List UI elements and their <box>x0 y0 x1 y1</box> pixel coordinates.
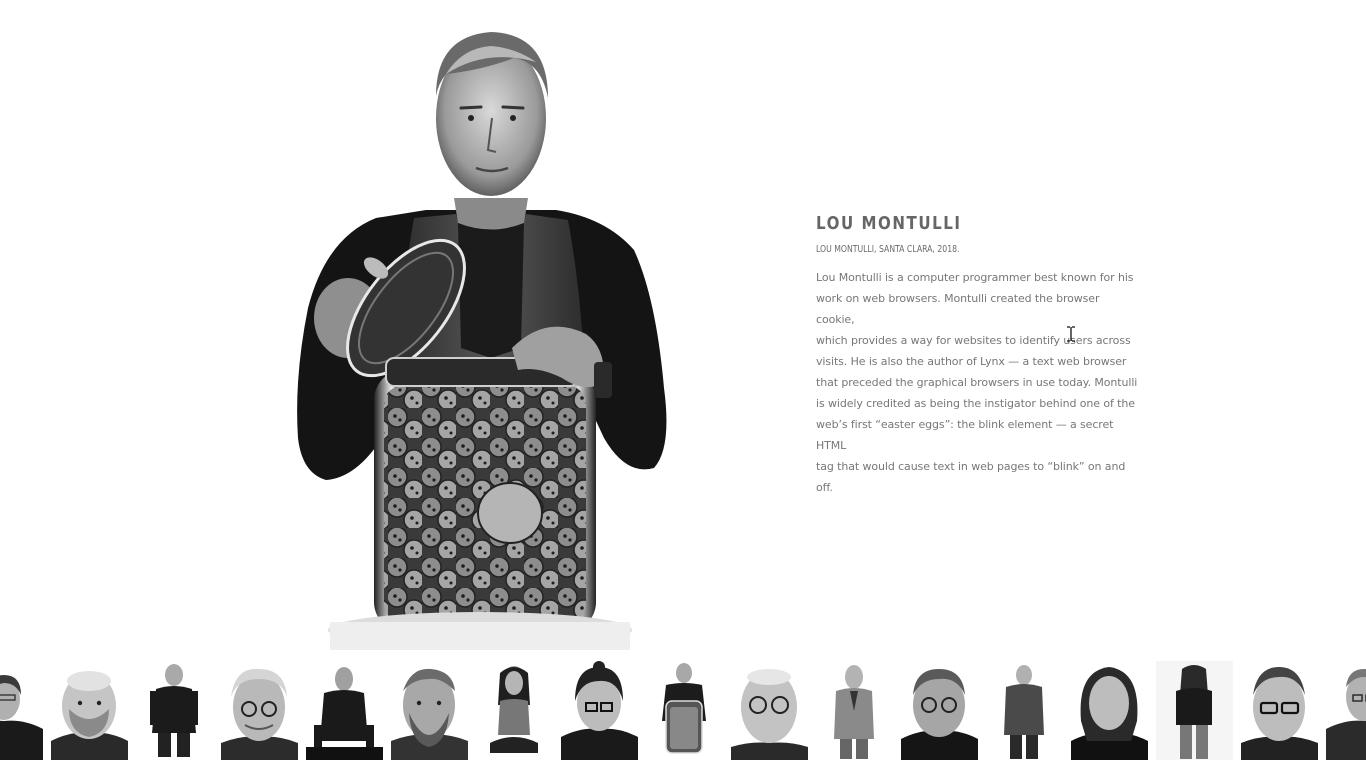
biography-line: is widely credited as being the instigat… <box>816 397 1135 410</box>
biography-line: work on web browsers. Montulli created t… <box>816 292 1100 326</box>
portrait-thumbnail-strip <box>0 661 1366 760</box>
text-cursor-icon <box>1066 326 1076 342</box>
portrait-thumbnail[interactable] <box>0 661 43 760</box>
portrait-thumbnail[interactable] <box>1326 661 1366 760</box>
biography-line: tag that would cause text in web pages t… <box>816 460 1126 494</box>
portrait-thumbnail[interactable] <box>136 661 213 760</box>
biography-line: that preceded the graphical browsers in … <box>816 376 1138 389</box>
biography-line: web’s first “easter eggs”: the blink ele… <box>816 418 1114 452</box>
portrait-thumbnail[interactable] <box>986 661 1063 760</box>
portrait-thumbnail[interactable] <box>731 661 808 760</box>
biography-line: visits. He is also the author of Lynx — … <box>816 355 1127 368</box>
person-name-heading: LOU MONTULLI <box>816 214 962 234</box>
biography-text: Lou Montulli is a computer programmer be… <box>816 267 1138 498</box>
portrait-thumbnail[interactable] <box>1241 661 1318 760</box>
portrait-thumbnail[interactable] <box>221 661 298 760</box>
portrait-thumbnail[interactable] <box>391 661 468 760</box>
portrait-gallery-page: LOU MONTULLI LOU MONTULLI, SANTA CLARA, … <box>0 0 1366 768</box>
portrait-thumbnail[interactable] <box>816 661 893 760</box>
featured-portrait-image <box>286 18 674 650</box>
portrait-thumbnail[interactable] <box>1156 661 1233 760</box>
biography-line: Lou Montulli is a computer programmer be… <box>816 271 1134 284</box>
portrait-thumbnail[interactable] <box>1071 661 1148 760</box>
photo-caption: LOU MONTULLI, SANTA CLARA, 2018. <box>816 244 960 255</box>
portrait-thumbnail[interactable] <box>306 661 383 760</box>
portrait-thumbnail[interactable] <box>51 661 128 760</box>
portrait-thumbnail[interactable] <box>476 661 553 760</box>
biography-line: which provides a way for websites to ide… <box>816 334 1131 347</box>
portrait-thumbnail[interactable] <box>561 661 638 760</box>
portrait-thumbnail[interactable] <box>901 661 978 760</box>
bio-panel: LOU MONTULLI LOU MONTULLI, SANTA CLARA, … <box>816 212 1146 498</box>
portrait-thumbnail[interactable] <box>646 661 723 760</box>
